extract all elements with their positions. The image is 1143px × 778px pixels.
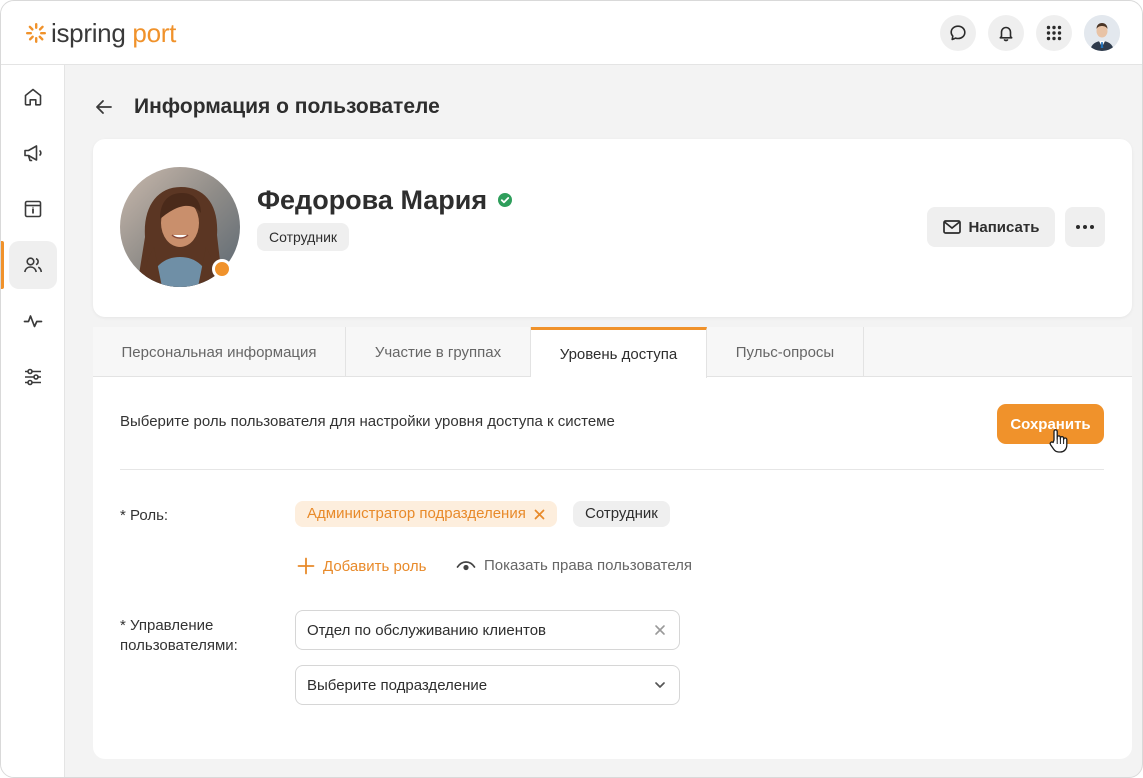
more-actions-button[interactable]	[1065, 207, 1105, 247]
write-message-label: Написать	[968, 218, 1040, 236]
write-message-button[interactable]: Написать	[927, 207, 1055, 247]
logo[interactable]: ispring port	[25, 18, 176, 48]
pulse-icon	[23, 315, 43, 328]
tab-personal-info[interactable]: Персональная информация	[93, 327, 346, 377]
show-rights-label: Показать права пользователя	[484, 557, 693, 574]
info-box-icon	[24, 200, 42, 218]
home-icon	[24, 88, 42, 106]
top-actions	[940, 15, 1120, 51]
show-rights-button[interactable]: Показать права пользователя	[456, 557, 692, 574]
section-divider	[120, 469, 1104, 470]
tab-groups[interactable]: Участие в группах	[346, 327, 531, 377]
manage-users-label: * Управление пользователями:	[120, 616, 238, 656]
logo-text-port: port	[125, 17, 177, 48]
access-hint: Выберите роль пользователя для настройки…	[120, 413, 615, 430]
page-title: Информация о пользователе	[134, 95, 440, 118]
clear-icon[interactable]	[653, 623, 667, 637]
sidebar-item-announcements[interactable]	[9, 129, 57, 177]
manage-users-label-line2: пользователями:	[120, 637, 238, 654]
chat-button[interactable]	[940, 15, 976, 51]
tabs-bar: Персональная информация Участие в группа…	[93, 327, 1132, 378]
add-role-label: Добавить роль	[323, 557, 427, 575]
sidebar-item-info[interactable]	[9, 185, 57, 233]
verified-icon	[498, 193, 512, 207]
user-avatar[interactable]	[1084, 15, 1120, 51]
role-chip-employee: Сотрудник	[573, 501, 670, 527]
user-role-chip: Сотрудник	[257, 223, 350, 251]
users-icon	[24, 257, 43, 273]
tab-pulse-surveys[interactable]: Пульс-опросы	[707, 327, 864, 377]
mail-icon	[942, 220, 961, 234]
settings-sliders-icon	[25, 368, 41, 386]
sidebar-item-users[interactable]	[9, 241, 57, 289]
department-field[interactable]: Отдел по обслуживанию клиентов	[295, 610, 680, 650]
sidebar-item-home[interactable]	[9, 73, 57, 121]
chat-icon	[950, 25, 966, 41]
top-bar: ispring port	[1, 1, 1142, 65]
more-dots-icon	[1076, 225, 1094, 229]
sidebar-active-marker	[1, 241, 4, 289]
app-window: ispring port Информация о пользователе Ф…	[0, 0, 1143, 778]
logo-spark-icon	[26, 23, 46, 43]
apps-grid-icon	[1046, 25, 1062, 41]
logo-text: ispring port	[51, 18, 176, 49]
eye-icon	[456, 560, 476, 570]
user-avatar-image	[1084, 15, 1120, 51]
access-card: Персональная информация Участие в группа…	[93, 327, 1132, 759]
department-select-placeholder: Выберите подразделение	[307, 676, 488, 694]
plus-icon	[297, 557, 315, 575]
tab-access-level[interactable]: Уровень доступа	[531, 327, 707, 378]
notifications-button[interactable]	[988, 15, 1024, 51]
bell-icon	[999, 26, 1013, 42]
back-arrow-icon[interactable]	[93, 96, 115, 118]
apps-button[interactable]	[1036, 15, 1072, 51]
department-field-value: Отдел по обслуживанию клиентов	[307, 621, 547, 639]
add-role-button[interactable]: Добавить роль	[297, 557, 426, 575]
user-name: Федорова Мария	[257, 185, 488, 215]
remove-role-icon[interactable]	[534, 509, 545, 520]
profile-card: Федорова Мария Сотрудник Написать	[93, 139, 1132, 317]
megaphone-icon	[24, 145, 42, 162]
logo-text-ispring: ispring	[51, 17, 126, 48]
role-chip-admin: Администратор подразделения	[295, 501, 557, 527]
online-status-dot	[212, 259, 232, 279]
department-select[interactable]: Выберите подразделение	[295, 665, 680, 705]
sidebar-item-settings[interactable]	[9, 353, 57, 401]
manage-users-label-line1: * Управление	[120, 617, 214, 634]
hand-cursor-icon	[1049, 429, 1068, 453]
role-label: * Роль:	[120, 507, 169, 524]
role-chip-admin-label: Администратор подразделения	[307, 505, 526, 522]
chevron-down-icon	[655, 682, 665, 688]
sidebar	[1, 65, 65, 777]
sidebar-item-pulse[interactable]	[9, 297, 57, 345]
